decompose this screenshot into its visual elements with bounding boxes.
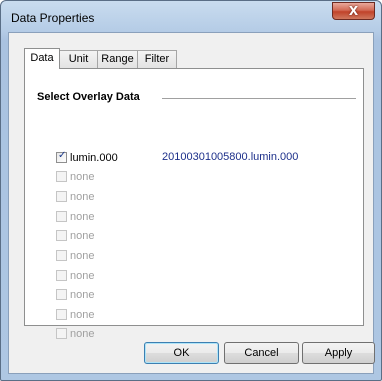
overlay-item-label: none (70, 191, 95, 203)
dialog-client-area: Data Unit Range Filter Select Overlay Da… (8, 32, 375, 374)
overlay-checkbox (56, 309, 67, 320)
overlay-checkbox (56, 270, 67, 281)
overlay-checkbox (56, 211, 67, 222)
overlay-checkbox (56, 191, 67, 202)
tab-unit[interactable]: Unit (59, 50, 98, 68)
overlay-checkbox[interactable] (56, 150, 67, 163)
overlay-item-label: none (70, 309, 95, 321)
overlay-checkbox (56, 328, 67, 339)
window-title: Data Properties (11, 11, 95, 25)
overlay-file-name: 20100301005800.lumin.000 (162, 151, 299, 163)
tab-range[interactable]: Range (97, 50, 138, 68)
overlay-item-label: none (70, 270, 95, 282)
section-divider (162, 98, 356, 99)
overlay-item-label: none (70, 230, 95, 242)
overlay-checkbox (56, 171, 67, 182)
overlay-item-label: none (70, 171, 95, 183)
dialog-window: Data Properties X Data Unit Range Filter… (0, 0, 382, 381)
overlay-item-label: none (70, 250, 95, 262)
overlay-item-label: none (70, 211, 95, 223)
section-title: Select Overlay Data (37, 91, 140, 103)
tab-data[interactable]: Data (24, 48, 60, 69)
overlay-checkbox (56, 289, 67, 300)
ok-button[interactable]: OK (144, 342, 219, 364)
title-bar[interactable]: Data Properties X (1, 1, 381, 31)
close-icon: X (348, 4, 359, 18)
overlay-checkbox (56, 230, 67, 241)
tab-panel-data: Select Overlay Data lumin.000 none none … (24, 68, 364, 340)
close-button[interactable]: X (332, 2, 375, 20)
tab-filter[interactable]: Filter (137, 50, 177, 68)
overlay-item-label: lumin.000 (70, 152, 118, 164)
overlay-checkbox (56, 250, 67, 261)
cancel-button[interactable]: Cancel (224, 342, 299, 364)
overlay-item-label: none (70, 289, 95, 301)
overlay-item-label: none (70, 328, 95, 340)
apply-button[interactable]: Apply (302, 342, 375, 364)
